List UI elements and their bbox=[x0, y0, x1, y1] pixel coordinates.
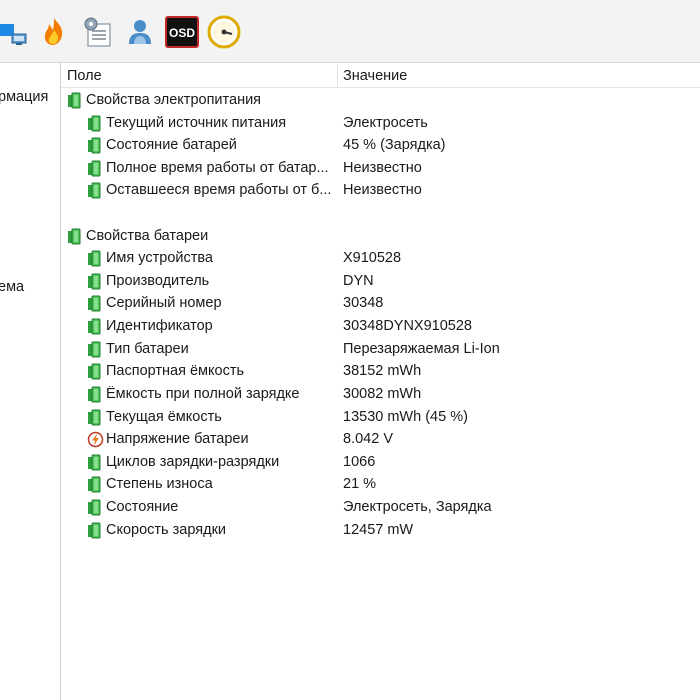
property-row[interactable]: Тип батареи Перезаряжаемая Li-Ion bbox=[61, 338, 700, 360]
property-value: 30348 bbox=[343, 295, 384, 311]
property-name: Текущая ёмкость bbox=[106, 409, 222, 425]
property-name: Циклов зарядки-разрядки bbox=[106, 454, 280, 470]
property-value: Неизвестно bbox=[343, 160, 422, 176]
property-row[interactable]: Состояние Электросеть, Зарядка bbox=[61, 496, 700, 518]
group-title: Свойства электропитания bbox=[86, 92, 262, 108]
property-value: 12457 mW bbox=[343, 522, 414, 538]
property-value: 8.042 V bbox=[343, 431, 393, 447]
property-name: Степень износа bbox=[106, 476, 213, 492]
property-row[interactable]: Скорость зарядки 12457 mW bbox=[61, 519, 700, 541]
battery-icon bbox=[87, 295, 105, 316]
property-row[interactable]: Паспортная ёмкость 38152 mWh bbox=[61, 360, 700, 382]
property-name: Тип батареи bbox=[106, 341, 189, 357]
property-value: 45 % (Зарядка) bbox=[343, 137, 446, 153]
property-row[interactable]: Имя устройства X910528 bbox=[61, 247, 700, 269]
battery-icon bbox=[87, 454, 105, 475]
property-row[interactable]: Оставшееся время работы от б... Неизвест… bbox=[61, 179, 700, 201]
gauge-icon[interactable] bbox=[206, 14, 242, 50]
property-name: Состояние батарей bbox=[106, 137, 237, 153]
property-row[interactable]: Циклов зарядки-разрядки 1066 bbox=[61, 451, 700, 473]
osd-icon[interactable]: OSD bbox=[164, 14, 200, 50]
property-value: Неизвестно bbox=[343, 182, 422, 198]
property-row[interactable]: Текущая ёмкость 13530 mWh (45 %) bbox=[61, 406, 700, 428]
group-header-battery-properties[interactable]: Свойства батареи bbox=[61, 225, 700, 247]
column-header-value[interactable]: Значение bbox=[343, 68, 407, 84]
battery-icon bbox=[87, 386, 105, 407]
property-name: Оставшееся время работы от б... bbox=[106, 182, 332, 198]
property-row[interactable]: Степень износа 21 % bbox=[61, 473, 700, 495]
property-name: Состояние bbox=[106, 499, 179, 515]
property-value: 21 % bbox=[343, 476, 377, 492]
property-value: Электросеть, Зарядка bbox=[343, 499, 492, 515]
left-navigation-panel: рмация ема bbox=[0, 63, 61, 700]
group-header-power-properties[interactable]: Свойства электропитания bbox=[61, 89, 700, 111]
property-row[interactable]: Полное время работы от батар... Неизвест… bbox=[61, 157, 700, 179]
battery-icon bbox=[87, 115, 105, 136]
property-value: DYN bbox=[343, 273, 374, 289]
property-value: 13530 mWh (45 %) bbox=[343, 409, 468, 425]
battery-icon bbox=[87, 341, 105, 362]
battery-icon bbox=[87, 137, 105, 158]
property-name: Полное время работы от батар... bbox=[106, 160, 329, 176]
osd-label: OSD bbox=[169, 26, 195, 40]
property-value: Перезаряжаемая Li-Ion bbox=[343, 341, 500, 357]
battery-icon bbox=[87, 182, 105, 203]
battery-icon bbox=[67, 228, 85, 249]
property-row[interactable]: Текущий источник питания Электросеть bbox=[61, 112, 700, 134]
battery-icon bbox=[87, 160, 105, 181]
property-value: 1066 bbox=[343, 454, 376, 470]
system-settings-icon[interactable] bbox=[80, 14, 116, 50]
property-value: 30348DYNX910528 bbox=[343, 318, 472, 334]
battery-icon bbox=[87, 409, 105, 430]
battery-icon bbox=[67, 92, 85, 113]
battery-icon bbox=[87, 318, 105, 339]
property-value: Электросеть bbox=[343, 115, 428, 131]
property-name: Серийный номер bbox=[106, 295, 222, 311]
battery-icon bbox=[87, 250, 105, 271]
toolbar: OSD bbox=[0, 0, 700, 63]
property-row[interactable]: Напряжение батареи 8.042 V bbox=[61, 428, 700, 450]
property-row[interactable]: Идентификатор 30348DYNX910528 bbox=[61, 315, 700, 337]
property-value: 30082 mWh bbox=[343, 386, 422, 402]
group-title: Свойства батареи bbox=[86, 228, 209, 244]
property-name: Идентификатор bbox=[106, 318, 213, 334]
property-value: 38152 mWh bbox=[343, 363, 422, 379]
column-header-row: Поле Значение bbox=[61, 63, 700, 88]
user-icon[interactable] bbox=[122, 14, 158, 50]
battery-icon bbox=[87, 273, 105, 294]
left-nav-item-system[interactable]: ема bbox=[0, 279, 24, 295]
property-name: Текущий источник питания bbox=[106, 115, 287, 131]
network-icon[interactable] bbox=[0, 14, 36, 50]
property-row[interactable]: Серийный номер 30348 bbox=[61, 292, 700, 314]
property-name: Ёмкость при полной зарядке bbox=[106, 386, 300, 402]
property-row[interactable]: Ёмкость при полной зарядке 30082 mWh bbox=[61, 383, 700, 405]
property-row[interactable]: Состояние батарей 45 % (Зарядка) bbox=[61, 134, 700, 156]
battery-icon bbox=[87, 522, 105, 543]
left-nav-item-info[interactable]: рмация bbox=[0, 89, 48, 105]
property-name: Паспортная ёмкость bbox=[106, 363, 245, 379]
property-value: X910528 bbox=[343, 250, 402, 266]
property-row[interactable]: Производитель DYN bbox=[61, 270, 700, 292]
battery-icon bbox=[87, 476, 105, 497]
battery-icon bbox=[87, 499, 105, 520]
voltage-bolt-icon bbox=[87, 431, 105, 452]
battery-icon bbox=[87, 363, 105, 384]
property-name: Производитель bbox=[106, 273, 210, 289]
column-divider[interactable] bbox=[337, 63, 338, 87]
column-header-field[interactable]: Поле bbox=[67, 68, 102, 84]
flame-icon[interactable] bbox=[36, 14, 72, 50]
property-name: Имя устройства bbox=[106, 250, 213, 266]
property-name: Скорость зарядки bbox=[106, 522, 227, 538]
property-name: Напряжение батареи bbox=[106, 431, 249, 447]
